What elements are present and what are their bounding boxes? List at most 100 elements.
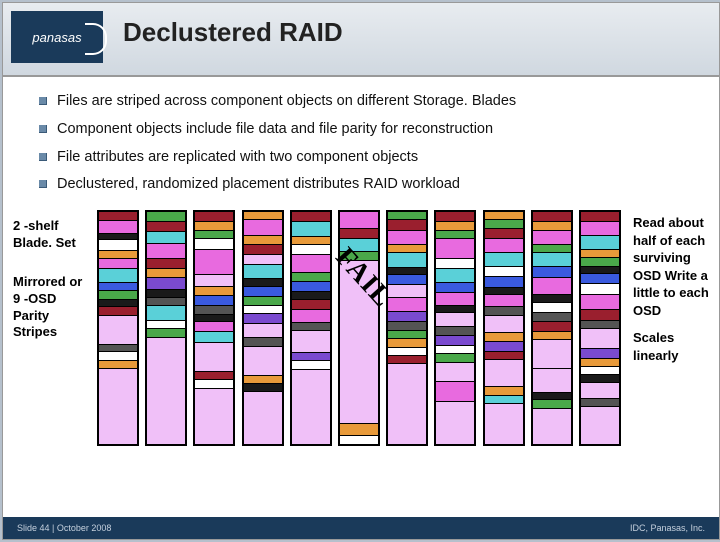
stripe-segment [244, 323, 282, 337]
stripe-segment [485, 306, 523, 314]
stripe-segment [581, 406, 619, 444]
stripe-segment [147, 268, 185, 277]
stripe-segment [292, 352, 330, 361]
stripe-segment [99, 268, 137, 282]
stripe-segment [533, 302, 571, 312]
stripe-segment [581, 283, 619, 293]
stripe-segment [436, 401, 474, 444]
stripe-segment [388, 311, 426, 321]
stripe-segment [485, 315, 523, 333]
stripe-segment [292, 212, 330, 221]
stripe-segment [99, 258, 137, 267]
stripe-segment [388, 230, 426, 244]
stripe-segment [581, 358, 619, 366]
stripe-segment [195, 274, 233, 286]
osd-column [483, 210, 525, 446]
stripe-segment [388, 321, 426, 329]
stripe-segment [244, 305, 282, 313]
stripe-segment [533, 331, 571, 339]
stripe-segment [581, 212, 619, 221]
stripe-segment [581, 328, 619, 347]
stripe-segment [244, 337, 282, 345]
stripe-segment [340, 423, 378, 436]
diagram-area: 2 -shelf Blade. Set Mirrored or 9 -OSD P… [3, 210, 719, 446]
stripe-segment [340, 260, 378, 423]
stripe-segment [485, 212, 523, 219]
label-readwrite: Read about half of each surviving OSD Wr… [633, 214, 709, 319]
stripe-segment [99, 299, 137, 307]
stripe-segment [147, 221, 185, 231]
stripe-segment [147, 328, 185, 337]
footer: Slide 44 | October 2008 IDC, Panasas, In… [3, 517, 719, 539]
stripe-segment [99, 368, 137, 444]
stripe-segment [147, 305, 185, 319]
stripe-segment [292, 360, 330, 369]
stripe-segment [581, 398, 619, 406]
stripe-segment [485, 294, 523, 306]
stripe-segment [485, 276, 523, 286]
stripe-segment [436, 212, 474, 221]
stripe-segment [436, 268, 474, 282]
stripe-segment [533, 399, 571, 407]
stripe-segment [99, 250, 137, 258]
stripe-segment [195, 371, 233, 379]
stripe-segment [436, 238, 474, 258]
stripe-segment [533, 244, 571, 252]
stripe-segment [340, 228, 378, 239]
bullet-item: Declustered, randomized placement distri… [39, 174, 691, 196]
osd-column [290, 210, 332, 446]
stripe-segment [388, 330, 426, 338]
stripe-segment [292, 330, 330, 352]
stripe-segment [292, 244, 330, 254]
bullet-item: Component objects include file data and … [39, 119, 691, 141]
stripe-segment [533, 252, 571, 266]
stripe-segment [533, 221, 571, 229]
stripe-segment [244, 244, 282, 254]
stripe-segment [195, 286, 233, 294]
osd-column [145, 210, 187, 446]
stripe-segment [485, 287, 523, 294]
stripe-segment [244, 375, 282, 383]
bullet-item: Files are striped across component objec… [39, 91, 691, 113]
stripe-segment [485, 228, 523, 238]
stripe-segment [292, 281, 330, 291]
stripe-segment [388, 347, 426, 355]
stripe-segment [99, 360, 137, 368]
stripe-segment [340, 212, 378, 228]
stripe-segment [533, 277, 571, 295]
stripe-segment [147, 258, 185, 268]
stripe-segment [485, 386, 523, 394]
stripe-segment [244, 278, 282, 286]
stripe-segment [195, 305, 233, 313]
bullet-icon [39, 125, 47, 133]
stripe-segment [388, 338, 426, 346]
stripe-segment [292, 272, 330, 281]
osd-column [386, 210, 428, 446]
stripe-segment [388, 284, 426, 296]
stripe-segment [533, 312, 571, 320]
stripe-segment [388, 212, 426, 219]
stripe-segment [581, 348, 619, 358]
bullet-icon [39, 153, 47, 161]
label-scales: Scales linearly [633, 329, 709, 364]
stripe-segment [485, 238, 523, 252]
logo-swoop-icon [85, 23, 107, 55]
stripe-segment [195, 212, 233, 221]
stripe-segment [244, 212, 282, 219]
stripe-segment [581, 266, 619, 273]
stripe-segment [195, 221, 233, 229]
stripe-segment [388, 219, 426, 229]
stripe-segment [436, 258, 474, 268]
bullet-text: Files are striped across component objec… [57, 91, 516, 113]
stripe-segment [533, 294, 571, 302]
logo-text: panasas [32, 30, 81, 45]
stripe-segment [485, 403, 523, 444]
stripe-segment [195, 295, 233, 305]
bullet-list: Files are striped across component objec… [3, 77, 719, 210]
stripe-segment [99, 282, 137, 290]
stripe-segment [388, 274, 426, 284]
stripe-segment [485, 266, 523, 276]
stripe-segment [292, 299, 330, 309]
label-bladeset: 2 -shelf Blade. Set [13, 218, 93, 252]
stripe-segment [388, 355, 426, 363]
